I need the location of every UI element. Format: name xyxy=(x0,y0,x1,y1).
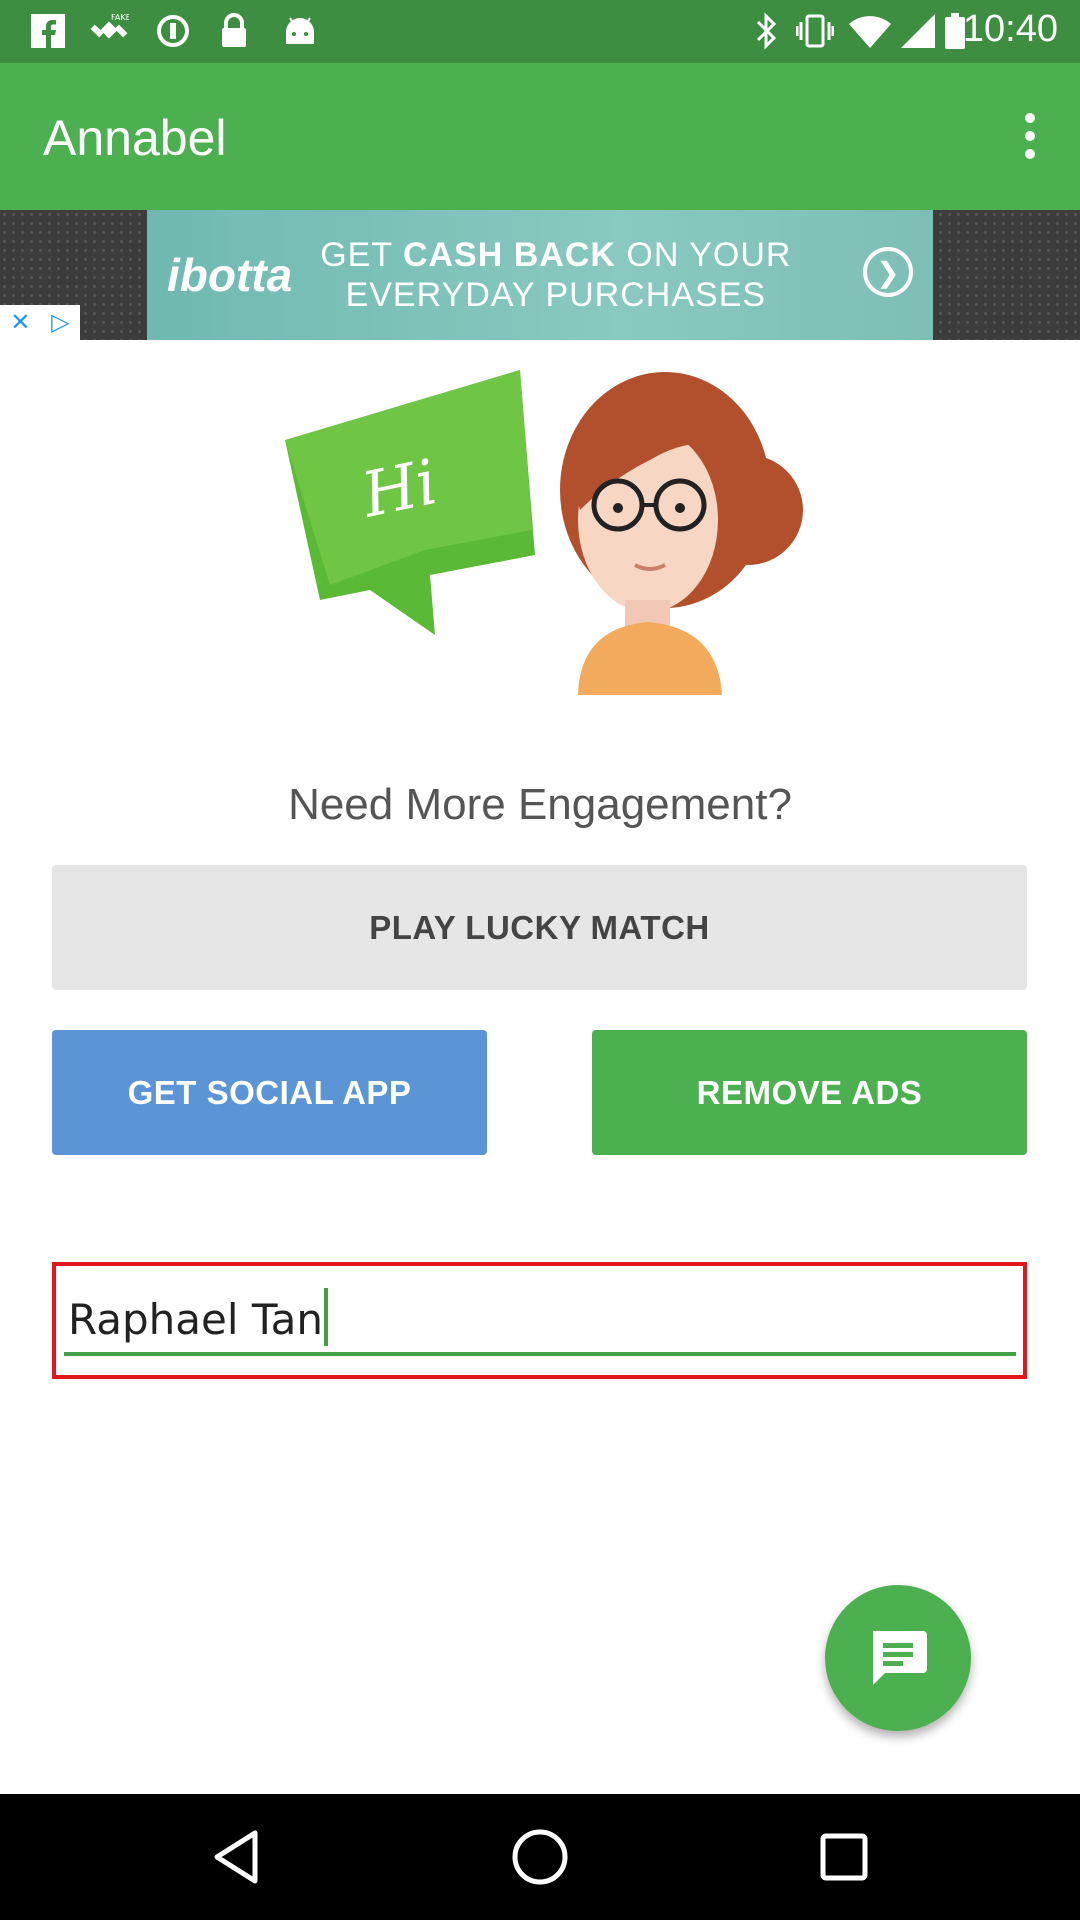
bluetooth-icon xyxy=(752,12,782,50)
play-lucky-match-button[interactable]: PLAY LUCKY MATCH xyxy=(52,865,1027,990)
recents-icon[interactable] xyxy=(814,1827,874,1887)
ad-choices[interactable]: ✕ ▷ xyxy=(0,305,80,340)
text-caret xyxy=(324,1288,328,1346)
chat-icon xyxy=(873,1631,927,1685)
facebook-icon xyxy=(28,12,68,50)
name-input-container xyxy=(52,1262,1027,1379)
fake-gps-icon: FAKE xyxy=(88,12,130,50)
name-input[interactable] xyxy=(64,1286,1016,1356)
navigation-bar xyxy=(0,1794,1080,1920)
wifi-icon xyxy=(848,12,892,50)
ad-banner[interactable]: ibotta GET CASH BACK ON YOUR EVERYDAY PU… xyxy=(147,210,933,340)
close-icon[interactable]: ✕ xyxy=(10,308,30,337)
app-title: Annabel xyxy=(43,110,227,166)
svg-text:FAKE: FAKE xyxy=(111,13,129,22)
woman-avatar-icon xyxy=(560,372,803,695)
android-icon xyxy=(280,12,320,50)
hero-illustration: Hi xyxy=(270,360,810,700)
engagement-headline: Need More Engagement? xyxy=(288,780,792,829)
get-social-app-button[interactable]: GET SOCIAL APP xyxy=(52,1030,487,1155)
vibrate-icon xyxy=(795,12,835,50)
status-bar: FAKE 10:40 xyxy=(0,0,1080,63)
ad-text: GET CASH BACK ON YOUR EVERYDAY PURCHASES xyxy=(320,236,792,314)
back-icon[interactable] xyxy=(206,1827,266,1887)
ad-banner-area: ibotta GET CASH BACK ON YOUR EVERYDAY PU… xyxy=(0,210,1080,340)
lock-icon xyxy=(218,12,250,50)
ad-brand: ibotta xyxy=(167,249,293,301)
ad-choices-icon[interactable]: ▷ xyxy=(51,308,69,337)
signal-icon xyxy=(900,12,936,50)
home-icon[interactable] xyxy=(510,1827,570,1887)
remove-ads-button[interactable]: REMOVE ADS xyxy=(592,1030,1027,1155)
bubble-text: Hi xyxy=(355,445,443,532)
ad-arrow-icon[interactable]: ❯ xyxy=(863,247,913,297)
status-time: 10:40 xyxy=(962,8,1058,50)
more-vert-icon[interactable] xyxy=(1000,101,1060,171)
chat-fab-button[interactable] xyxy=(825,1585,971,1731)
sync-icon xyxy=(155,12,191,50)
app-bar: Annabel xyxy=(0,63,1080,210)
